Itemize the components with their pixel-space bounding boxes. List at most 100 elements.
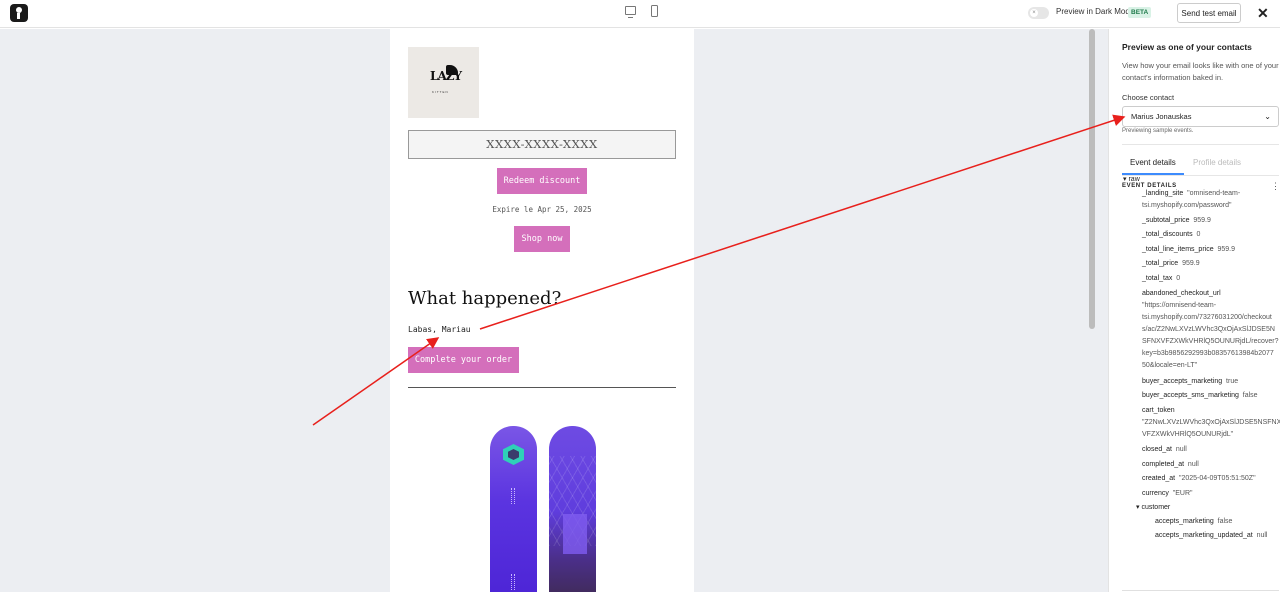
tree-row: created_at "2025-04-09T05:51:50Z" bbox=[1142, 473, 1256, 485]
tree-value: null bbox=[1252, 532, 1268, 539]
tree-row: _total_discounts 0 bbox=[1142, 229, 1200, 241]
tree-value: false bbox=[1238, 392, 1258, 399]
tree-key: _total_tax bbox=[1142, 275, 1173, 282]
tree-row: SFNXVFZXWkVHRlQ5OUNURjdL/recover? bbox=[1142, 336, 1279, 348]
tree-value: key=b3b9856292993b08357613984b2077 bbox=[1142, 350, 1274, 357]
product-image-snowboard-front bbox=[490, 426, 537, 592]
tree-value: SFNXVFZXWkVHRlQ5OUNURjdL/recover? bbox=[1142, 338, 1279, 345]
tree-value: 959.9 bbox=[1213, 246, 1236, 253]
tree-key: raw bbox=[1128, 176, 1140, 183]
tree-value: 959.9 bbox=[1178, 260, 1200, 267]
email-preview: LAZY KITTEN XXXX-XXXX-XXXX Redeem discou… bbox=[390, 29, 694, 592]
greeting-text: Labas, Mariau bbox=[408, 325, 471, 334]
close-icon[interactable]: ✕ bbox=[1257, 5, 1269, 21]
mobile-preview-icon[interactable] bbox=[651, 5, 658, 17]
tree-value: VFZXWkVHRlQ5OUNURjdL" bbox=[1142, 431, 1234, 438]
tree-node[interactable]: ▾ customer bbox=[1136, 502, 1170, 514]
discount-code-box: XXXX-XXXX-XXXX bbox=[408, 130, 676, 159]
toggle-off-icon: × bbox=[1030, 9, 1038, 17]
binding-dots bbox=[511, 574, 515, 590]
tree-row: tsi.myshopify.com/password" bbox=[1142, 200, 1232, 212]
hex-logo-icon bbox=[503, 444, 524, 465]
tree-row: s/ac/Z2NwLXVzLWVhc3QxOjAxSlJDSE5N bbox=[1142, 324, 1275, 336]
tree-row: _landing_site "omnisend-team- bbox=[1142, 188, 1240, 200]
dark-mode-label: Preview in Dark Mode bbox=[1056, 7, 1135, 16]
tree-value: true bbox=[1222, 378, 1239, 385]
shop-now-button[interactable]: Shop now bbox=[514, 226, 570, 252]
tree-key: _landing_site bbox=[1142, 190, 1184, 197]
tree-key: created_at bbox=[1142, 475, 1176, 482]
preview-scrollbar[interactable] bbox=[1089, 29, 1095, 329]
tree-row: _total_price 959.9 bbox=[1142, 258, 1200, 270]
tree-row: _subtotal_price 959.9 bbox=[1142, 215, 1211, 227]
tree-value: 0 bbox=[1172, 275, 1181, 282]
tree-row: buyer_accepts_marketing true bbox=[1142, 376, 1238, 388]
send-test-email-button[interactable]: Send test email bbox=[1177, 3, 1241, 23]
tree-key: _total_discounts bbox=[1142, 231, 1193, 238]
binding-dots bbox=[511, 488, 515, 504]
tree-key: abandoned_checkout_url bbox=[1142, 290, 1221, 297]
redeem-discount-button[interactable]: Redeem discount bbox=[497, 168, 587, 194]
tree-row: tsi.myshopify.com/73276031200/checkout bbox=[1142, 312, 1272, 324]
tree-row: _total_line_items_price 959.9 bbox=[1142, 244, 1235, 256]
tree-row: VFZXWkVHRlQ5OUNURjdL" bbox=[1142, 429, 1233, 441]
tree-key: buyer_accepts_sms_marketing bbox=[1142, 392, 1239, 399]
tree-key: customer bbox=[1141, 504, 1171, 511]
tree-key: completed_at bbox=[1142, 461, 1185, 468]
tree-row: _total_tax 0 bbox=[1142, 273, 1180, 285]
tree-row: cart_token bbox=[1142, 405, 1175, 417]
top-bar: × Preview in Dark Mode BETA Send test em… bbox=[0, 0, 1280, 28]
tree-row: abandoned_checkout_url bbox=[1142, 288, 1221, 300]
tree-value: s/ac/Z2NwLXVzLWVhc3QxOjAxSlJDSE5N bbox=[1142, 326, 1275, 333]
tree-value: tsi.myshopify.com/73276031200/checkout bbox=[1142, 314, 1272, 321]
tree-key: cart_token bbox=[1142, 407, 1175, 414]
brand-logo-word: LAZY bbox=[430, 69, 462, 83]
brand-logo-subword: KITTEN bbox=[432, 90, 449, 94]
tree-key: closed_at bbox=[1142, 446, 1172, 453]
tree-key: _total_line_items_price bbox=[1142, 246, 1214, 253]
email-heading: What happened? bbox=[408, 288, 562, 309]
tree-row: "Z2NwLXVzLWVhc3QxOjAxSlJDSE5NSFNX bbox=[1142, 417, 1280, 429]
panel-bottom-divider bbox=[1122, 590, 1279, 591]
dark-mode-toggle[interactable]: × bbox=[1028, 7, 1049, 19]
tree-value: "Z2NwLXVzLWVhc3QxOjAxSlJDSE5NSFNX bbox=[1142, 419, 1280, 426]
tree-value: tsi.myshopify.com/password" bbox=[1142, 202, 1232, 209]
brand-logo: LAZY KITTEN bbox=[408, 47, 479, 118]
tree-value: "EUR" bbox=[1168, 490, 1193, 497]
board-cube-graphic bbox=[563, 514, 587, 554]
tree-value: null bbox=[1171, 446, 1187, 453]
tree-value: false bbox=[1213, 518, 1233, 525]
tree-row: completed_at null bbox=[1142, 459, 1199, 471]
tree-value: null bbox=[1184, 461, 1199, 468]
tree-value: "https://omnisend-team- bbox=[1142, 302, 1217, 309]
tree-value: "omnisend-team- bbox=[1183, 190, 1241, 197]
tree-row: 50&locale=en-LT" bbox=[1142, 360, 1197, 372]
tree-row: accepts_marketing_updated_at null bbox=[1155, 530, 1267, 542]
tree-row: "https://omnisend-team- bbox=[1142, 300, 1216, 312]
tree-value: 0 bbox=[1192, 231, 1201, 238]
complete-order-button[interactable]: Complete your order bbox=[408, 347, 519, 373]
product-image-snowboard-back bbox=[549, 426, 596, 592]
tree-value: "2025-04-09T05:51:50Z" bbox=[1175, 475, 1256, 482]
tree-node[interactable]: ▾ raw bbox=[1123, 174, 1140, 186]
tree-value: 50&locale=en-LT" bbox=[1142, 362, 1198, 369]
tree-row: closed_at null bbox=[1142, 444, 1187, 456]
preview-canvas: LAZY KITTEN XXXX-XXXX-XXXX Redeem discou… bbox=[0, 29, 1108, 592]
tree-row: currency "EUR" bbox=[1142, 488, 1192, 500]
tree-key: buyer_accepts_marketing bbox=[1142, 378, 1223, 385]
tree-key: _subtotal_price bbox=[1142, 217, 1190, 224]
beta-badge: BETA bbox=[1128, 7, 1152, 18]
tree-key: accepts_marketing_updated_at bbox=[1155, 532, 1253, 539]
email-divider bbox=[408, 387, 676, 388]
tree-key: _total_price bbox=[1142, 260, 1179, 267]
expire-text: Expire le Apr 25, 2025 bbox=[492, 205, 592, 214]
tree-value: 959.9 bbox=[1189, 217, 1211, 224]
tree-row: key=b3b9856292993b08357613984b2077 bbox=[1142, 348, 1274, 360]
desktop-preview-icon[interactable] bbox=[625, 6, 636, 18]
tree-row: buyer_accepts_sms_marketing false bbox=[1142, 390, 1258, 402]
tree-row: accepts_marketing false bbox=[1155, 516, 1232, 528]
tree-key: accepts_marketing bbox=[1155, 518, 1214, 525]
omnisend-logo-icon[interactable] bbox=[10, 4, 28, 22]
tree-key: currency bbox=[1142, 490, 1169, 497]
contact-preview-panel: Preview as one of your contacts View how… bbox=[1108, 29, 1280, 592]
